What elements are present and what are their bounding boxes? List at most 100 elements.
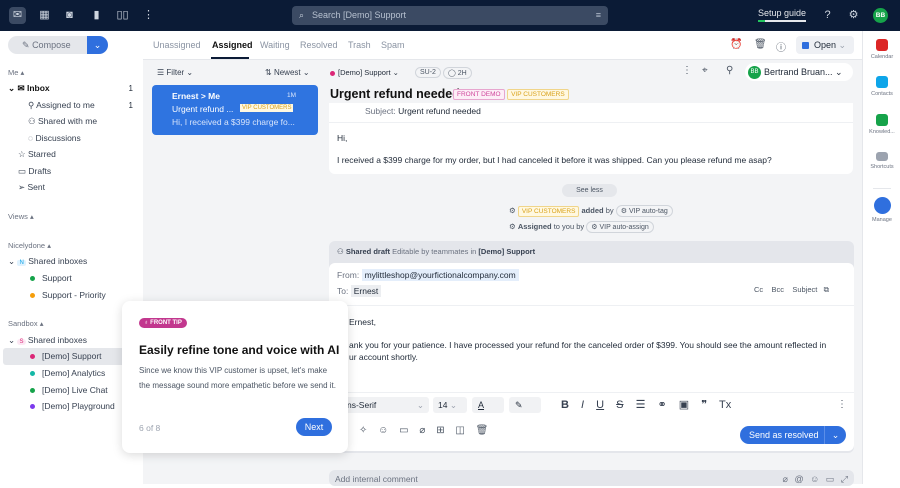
underline-icon[interactable]: U [596, 399, 604, 411]
font-family-select[interactable]: ns-Serif ⌄ [343, 397, 429, 413]
chat-icon: ◌ [28, 133, 34, 143]
to-recipient[interactable]: Ernest [350, 285, 382, 297]
delete-draft-icon[interactable]: 🗑 [476, 425, 489, 436]
sidebar-item-shared-with-me[interactable]: ⚇ Shared with me [28, 116, 97, 127]
inbox-selector[interactable]: [Demo] Support ⌄ [330, 68, 399, 77]
front-tip-popover: ♁ FRONT TIP Easily refine tone and voice… [122, 301, 348, 453]
snippet-icon[interactable]: ⊞ [436, 425, 444, 436]
filter-icon[interactable]: ≡ [596, 6, 601, 25]
tab-resolved[interactable]: Resolved [300, 40, 338, 50]
tab-assigned[interactable]: Assigned [212, 40, 253, 50]
sidebar-item-demo-analytics[interactable]: [Demo] Analytics [30, 368, 105, 378]
tag-front-demo[interactable]: FRONT DEMO [453, 89, 505, 101]
tab-trash[interactable]: Trash [348, 40, 371, 50]
sidebar-item-starred[interactable]: ☆ Starred [18, 149, 56, 160]
tab-waiting[interactable]: Waiting [260, 40, 290, 50]
conversation-pane: [Demo] Support ⌄ SU-2 ◯ 2H ⋮ ⌖ ⚲ BB Bertr… [327, 60, 862, 486]
more-options-icon[interactable]: ⋮ [682, 65, 692, 76]
bcc-button[interactable]: Bcc [772, 285, 785, 294]
rail-contacts[interactable]: Contacts [863, 76, 900, 97]
section-views[interactable]: Views ▴ [8, 212, 34, 221]
tab-unassigned[interactable]: Unassigned [153, 40, 201, 50]
sidebar-item-demo-playground[interactable]: [Demo] Playground [30, 401, 115, 411]
draft-greeting[interactable]: Ernest, [349, 317, 376, 327]
contacts-icon[interactable]: ◙ [61, 7, 78, 24]
section-nicelydone[interactable]: Nicelydone ▴ [8, 241, 51, 250]
attach-icon[interactable]: ⌀ [419, 425, 425, 436]
tab-spam[interactable]: Spam [381, 40, 405, 50]
tip-progress: 6 of 8 [139, 423, 161, 433]
image-icon[interactable]: ▣ [679, 399, 689, 411]
more-format-icon[interactable]: ⋮ [837, 399, 847, 410]
assignee-dropdown[interactable]: BB Bertrand Bruan... ⌄ [745, 63, 853, 81]
subject-button[interactable]: Subject [792, 285, 817, 294]
link-icon[interactable]: ⚭ [658, 399, 667, 411]
rail-knowledge[interactable]: Knowled... [863, 114, 900, 135]
draft-body[interactable]: ank you for your patience. I have proces… [349, 340, 826, 350]
compose-dropdown-chevron-icon[interactable]: ⌄ [87, 36, 108, 54]
sidebar-item-demo-support[interactable]: [Demo] Support [30, 351, 102, 361]
tag-icon[interactable]: ⌖ [702, 65, 708, 76]
sidebar-item-support-priority[interactable]: Support - Priority [30, 290, 106, 300]
calendar-icon[interactable]: ▦ [36, 7, 53, 24]
settings-icon[interactable]: ⚙ [845, 7, 862, 24]
sidebar-item-support[interactable]: Support [30, 273, 72, 283]
clear-format-icon[interactable]: Tx [719, 399, 731, 411]
spam-icon[interactable]: ⓘ [776, 39, 786, 54]
section-me[interactable]: Me ▴ [8, 68, 24, 77]
sidebar-item-assigned-to-me[interactable]: ⚲ Assigned to me [28, 100, 95, 111]
sidebar-item-shared-inboxes-sandbox[interactable]: ⌄ S Shared inboxes [8, 335, 87, 346]
tip-next-button[interactable]: Next [296, 418, 332, 436]
trash-icon[interactable]: 🗑 [754, 39, 767, 50]
rail-manage[interactable]: Manage [863, 197, 900, 223]
schedule-icon[interactable]: ◫ [455, 425, 464, 436]
ai-sparkle-icon[interactable]: ✧ [359, 425, 367, 436]
comment-tools-icon[interactable]: ⌀ @ ☺ ▭ ⤢ [783, 470, 848, 488]
popout-icon[interactable]: ⧉ [824, 285, 829, 294]
emoji-icon[interactable]: ☺ [378, 425, 388, 436]
send-options-chevron-icon[interactable]: ⌄ [824, 426, 846, 444]
filter-button[interactable]: ☰ Filter ⌄ [157, 68, 193, 77]
rail-shortcuts[interactable]: Shortcuts [863, 152, 900, 170]
status-dropdown[interactable]: Open ⌄ [796, 36, 854, 54]
list-item[interactable]: Ernest > Me 1M Urgent refund ... VIP CUS… [152, 85, 318, 135]
see-less-button[interactable]: See less [562, 184, 617, 197]
draft-icon: ▭ [18, 166, 27, 176]
sidebar-item-discussions[interactable]: ◌ Discussions [28, 133, 81, 143]
sort-button[interactable]: ⇅ Newest ⌄ [265, 68, 310, 77]
vip-tag: VIP CUSTOMERS [240, 104, 294, 112]
sla-timer: ◯ 2H [443, 67, 472, 79]
sidebar-item-inbox[interactable]: ⌄ ✉ Inbox [8, 83, 50, 94]
sidebar-item-sent[interactable]: ➢ Sent [18, 182, 45, 193]
quote-icon[interactable]: ❞ [701, 399, 707, 411]
compose-button[interactable]: ✎ Compose ⌄ [8, 36, 108, 54]
strikethrough-icon[interactable]: S [616, 399, 623, 411]
sidebar-item-demo-live-chat[interactable]: [Demo] Live Chat [30, 385, 108, 395]
knowledge-icon[interactable]: ▯▯ [114, 7, 131, 24]
rail-calendar[interactable]: Calendar [863, 39, 900, 60]
font-size-select[interactable]: 14 ⌄ [433, 397, 467, 413]
setup-guide-link[interactable]: Setup guide [758, 8, 806, 18]
gif-icon[interactable]: ▭ [399, 425, 408, 436]
list-icon[interactable]: ☰ [636, 399, 646, 411]
assign-user-icon[interactable]: ⚲ [726, 65, 733, 76]
italic-icon[interactable]: I [581, 399, 584, 411]
analytics-icon[interactable]: ▮ [88, 7, 105, 24]
cc-button[interactable]: Cc [754, 285, 763, 294]
user-avatar[interactable]: BB [873, 8, 888, 23]
more-icon[interactable]: ⋮ [140, 7, 157, 24]
bold-icon[interactable]: B [561, 399, 569, 411]
text-color-select[interactable]: A [472, 397, 504, 413]
search-input[interactable]: ⌕ Search [Demo] Support ≡ [292, 6, 608, 25]
compose-icon: ✎ [22, 40, 30, 50]
from-field[interactable]: mylittleshop@yourfictionalcompany.com [361, 269, 519, 281]
snooze-icon[interactable]: ⏰ [730, 39, 742, 50]
sidebar-item-drafts[interactable]: ▭ Drafts [18, 166, 51, 177]
tag-vip-customers[interactable]: VIP CUSTOMERS [507, 89, 569, 101]
help-icon[interactable]: ? [819, 7, 836, 24]
send-as-resolved-button[interactable]: Send as resolved ⌄ [740, 426, 846, 444]
highlight-select[interactable]: ✎ [509, 397, 541, 413]
sidebar-item-shared-inboxes-nicelydone[interactable]: ⌄ N Shared inboxes [8, 256, 87, 267]
section-sandbox[interactable]: Sandbox ▴ [8, 319, 43, 328]
inbox-icon[interactable]: ✉ [9, 7, 26, 24]
